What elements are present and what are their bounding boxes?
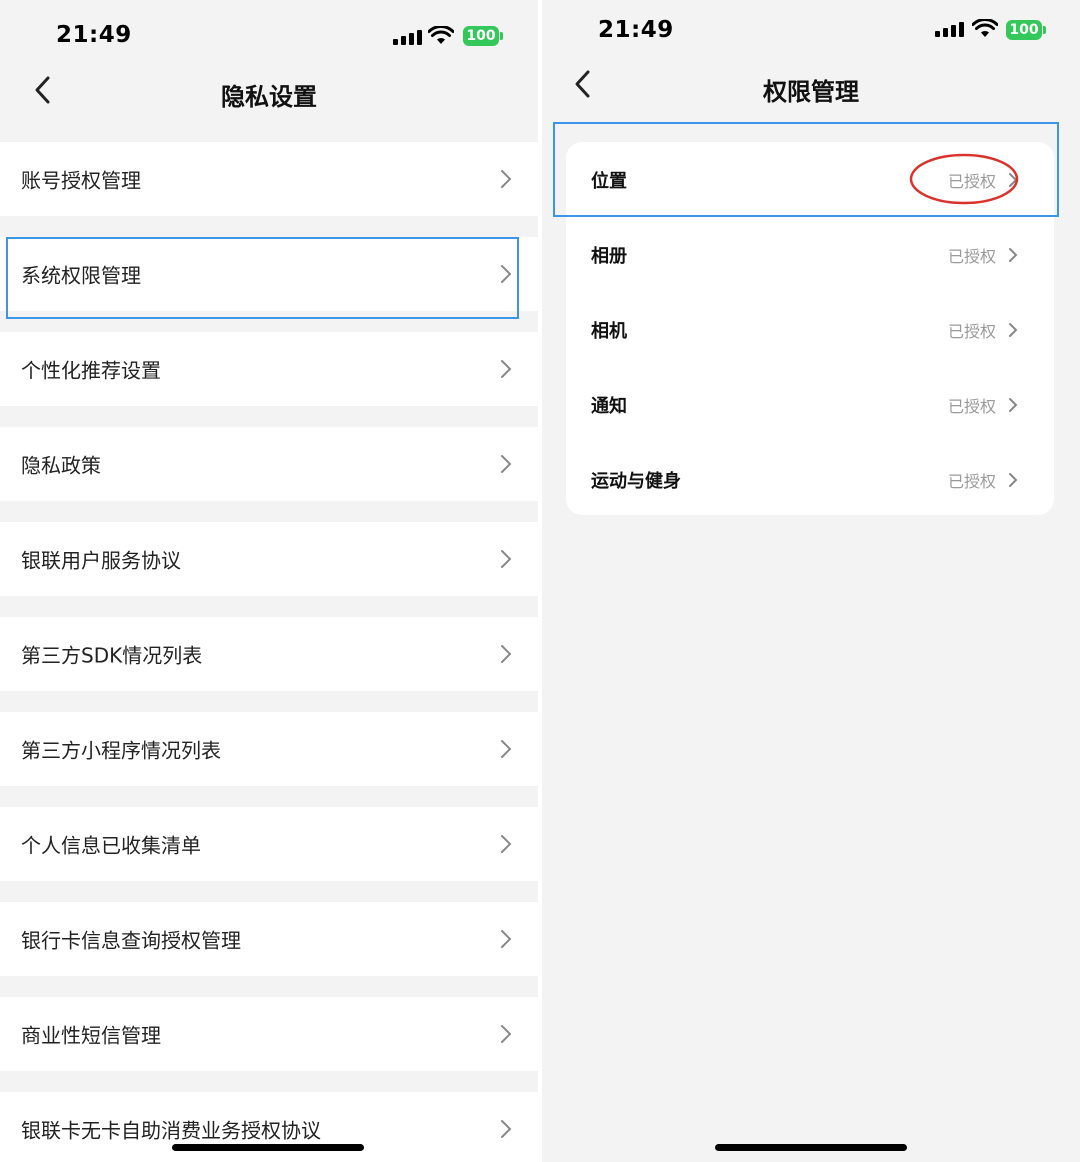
nav-bar: 权限管理: [542, 50, 1080, 120]
list-item-label: 银联卡无卡自助消费业务授权协议: [21, 1118, 321, 1143]
permission-item-motion-fitness[interactable]: 运动与健身 已授权: [566, 443, 1054, 517]
chevron-right-icon: [501, 455, 512, 473]
permission-label: 相机: [591, 321, 627, 342]
chevron-right-icon: [1009, 398, 1018, 412]
permission-label: 相册: [591, 246, 627, 267]
status-time: 21:49: [56, 22, 132, 48]
list-item-label: 第三方小程序情况列表: [21, 738, 221, 763]
list-item-label: 账号授权管理: [21, 168, 141, 193]
permission-status: 已授权: [947, 397, 996, 416]
chevron-right-icon: [501, 1025, 512, 1043]
list-item-bank-card-query[interactable]: 银行卡信息查询授权管理: [0, 902, 538, 976]
list-item-system-permissions[interactable]: 系统权限管理: [0, 237, 538, 311]
permission-label: 通知: [591, 396, 627, 417]
list-item-third-party-miniprogram[interactable]: 第三方小程序情况列表: [0, 712, 538, 786]
list-item-account-auth[interactable]: 账号授权管理: [0, 142, 538, 216]
wifi-icon: [972, 19, 998, 37]
permission-status: 已授权: [947, 322, 996, 341]
home-indicator: [172, 1144, 364, 1151]
chevron-right-icon: [501, 740, 512, 758]
chevron-right-icon: [501, 170, 512, 188]
list-item-user-agreement[interactable]: 银联用户服务协议: [0, 522, 538, 596]
page-title: 权限管理: [763, 78, 859, 106]
list-item-label: 第三方SDK情况列表: [21, 643, 203, 668]
chevron-right-icon: [501, 645, 512, 663]
cellular-signal-icon: [393, 30, 422, 45]
chevron-right-icon: [501, 835, 512, 853]
list-item-third-party-sdk[interactable]: 第三方SDK情况列表: [0, 617, 538, 691]
permission-label: 位置: [591, 171, 627, 192]
status-time: 21:49: [598, 17, 674, 43]
list-item-label: 个性化推荐设置: [21, 358, 161, 383]
list-item-collected-info[interactable]: 个人信息已收集清单: [0, 807, 538, 881]
page-title: 隐私设置: [221, 83, 317, 111]
chevron-right-icon: [501, 1120, 512, 1138]
chevron-right-icon: [501, 930, 512, 948]
list-item-label: 银联用户服务协议: [21, 548, 181, 573]
list-item-personalized-recommendation[interactable]: 个性化推荐设置: [0, 332, 538, 406]
list-item-label: 系统权限管理: [21, 263, 141, 288]
permission-item-notifications[interactable]: 通知 已授权: [566, 368, 1054, 442]
permission-label: 运动与健身: [591, 471, 681, 492]
permission-item-photos[interactable]: 相册 已授权: [566, 218, 1054, 292]
chevron-right-icon: [501, 360, 512, 378]
privacy-settings-screen: 21:49 100 隐私设置 账号授权管理 系统权限管理 个性化推荐设置 隐私政…: [0, 0, 538, 1162]
chevron-right-icon: [1009, 473, 1018, 487]
cellular-signal-icon: [935, 22, 964, 37]
battery-icon: 100: [463, 26, 503, 46]
list-item-label: 个人信息已收集清单: [21, 833, 201, 858]
permission-item-camera[interactable]: 相机 已授权: [566, 293, 1054, 367]
list-item-label: 隐私政策: [21, 453, 101, 478]
battery-icon: 100: [1006, 20, 1046, 40]
chevron-right-icon: [501, 550, 512, 568]
wifi-icon: [428, 26, 454, 44]
list-item-label: 商业性短信管理: [21, 1023, 161, 1048]
list-item-label: 银行卡信息查询授权管理: [21, 928, 241, 953]
nav-bar: 隐私设置: [0, 56, 538, 126]
chevron-right-icon: [1009, 323, 1018, 337]
permission-management-screen: 21:49 100 权限管理 位置 已授权 相册 已授权 相机 已授权 通知 已…: [542, 0, 1080, 1162]
list-item-privacy-policy[interactable]: 隐私政策: [0, 427, 538, 501]
permission-status: 已授权: [947, 472, 996, 491]
list-item-cardless-payment-agreement[interactable]: 银联卡无卡自助消费业务授权协议: [0, 1092, 538, 1162]
home-indicator: [715, 1144, 907, 1151]
chevron-right-icon: [501, 265, 512, 283]
list-item-commercial-sms[interactable]: 商业性短信管理: [0, 997, 538, 1071]
permission-status: 已授权: [947, 247, 996, 266]
highlight-ellipse: [909, 153, 1019, 205]
chevron-right-icon: [1009, 248, 1018, 262]
